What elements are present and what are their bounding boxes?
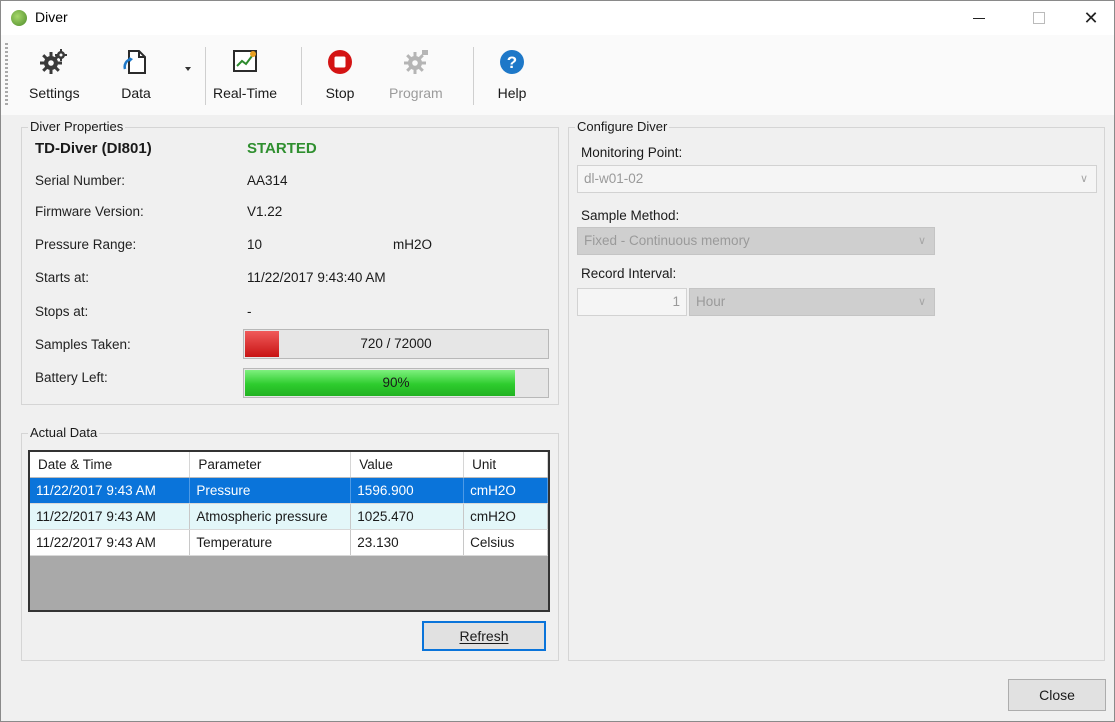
cell-parameter: Pressure [189, 477, 352, 504]
minimize-icon [973, 17, 985, 19]
refresh-label: Refresh [459, 628, 509, 644]
stops-at-label: Stops at: [35, 304, 89, 319]
diver-window: Diver ✕ Settings Data Real-Time Stop Pro… [0, 0, 1115, 722]
toolbar-grip[interactable] [5, 43, 8, 105]
window-title: Diver [35, 9, 68, 25]
stops-at-value: - [247, 304, 252, 319]
device-name: TD-Diver (DI801) [35, 140, 152, 157]
pressure-range-value: 10 [247, 237, 263, 252]
toolbar-separator [473, 47, 474, 105]
monitoring-point-value: dl-w01-02 [584, 171, 644, 186]
settings-button[interactable]: Settings [29, 45, 80, 111]
serial-number-value: AA314 [247, 173, 288, 188]
close-window-button[interactable]: ✕ [1068, 1, 1114, 35]
help-icon: ? [495, 45, 529, 79]
refresh-button[interactable]: Refresh [422, 621, 546, 651]
stop-label: Stop [325, 85, 355, 101]
stop-button[interactable]: Stop [323, 45, 357, 111]
maximize-button[interactable] [1016, 1, 1062, 35]
serial-number-label: Serial Number: [35, 173, 126, 188]
firmware-version-label: Firmware Version: [35, 204, 144, 219]
battery-progress-text: 90% [382, 375, 410, 390]
cell-unit: cmH2O [463, 503, 548, 530]
help-label: Help [497, 85, 527, 101]
gears-icon [37, 45, 71, 79]
help-button[interactable]: ? Help [495, 45, 529, 111]
cell-value: 1025.470 [350, 503, 465, 530]
cell-parameter: Atmospheric pressure [189, 503, 352, 530]
cell-datetime: 11/22/2017 9:43 AM [30, 529, 191, 556]
data-dropdown-arrow-icon[interactable] [185, 67, 191, 71]
chevron-down-icon: ∨ [917, 296, 926, 308]
realtime-chart-icon [228, 45, 262, 79]
firmware-version-value: V1.22 [247, 204, 283, 219]
cell-unit: Celsius [463, 529, 548, 556]
table-row[interactable]: 11/22/2017 9:43 AM Pressure 1596.900 cmH… [30, 477, 548, 504]
battery-progress-bar: 90% [243, 368, 549, 398]
configure-diver-title: Configure Diver [575, 119, 670, 134]
program-label: Program [389, 85, 443, 101]
samples-progress-text: 720 / 72000 [360, 336, 432, 351]
diver-properties-group: Diver Properties [21, 119, 559, 405]
cell-parameter: Temperature [189, 529, 352, 556]
table-row[interactable]: 11/22/2017 9:43 AM Temperature 23.130 Ce… [30, 529, 548, 556]
monitoring-point-select[interactable]: dl-w01-02 ∨ [577, 165, 1097, 193]
samples-taken-label: Samples Taken: [35, 337, 131, 352]
actual-data-title: Actual Data [28, 425, 100, 440]
status-badge: STARTED [247, 140, 317, 157]
toolbar-separator [205, 47, 206, 105]
maximize-icon [1033, 12, 1045, 24]
samples-progress-bar: 720 / 72000 [243, 329, 549, 359]
chevron-down-icon: ∨ [1079, 173, 1088, 185]
settings-label: Settings [29, 85, 80, 101]
sample-method-label: Sample Method: [581, 208, 680, 223]
sample-method-select[interactable]: Fixed - Continuous memory ∨ [577, 227, 935, 255]
column-header-value[interactable]: Value [350, 452, 465, 478]
pressure-range-label: Pressure Range: [35, 237, 137, 252]
app-icon [11, 10, 27, 26]
close-button[interactable]: Close [1008, 679, 1106, 711]
cell-datetime: 11/22/2017 9:43 AM [30, 503, 191, 530]
svg-text:?: ? [507, 53, 517, 72]
data-transfer-icon [119, 45, 153, 79]
toolbar: Settings Data Real-Time Stop Program ? H… [1, 35, 1114, 115]
column-header-parameter[interactable]: Parameter [189, 452, 352, 478]
sample-method-value: Fixed - Continuous memory [584, 233, 750, 248]
monitoring-point-label: Monitoring Point: [581, 145, 683, 160]
title-bar: Diver ✕ [1, 1, 1114, 35]
realtime-label: Real-Time [213, 85, 278, 101]
close-icon: ✕ [1083, 7, 1099, 28]
starts-at-label: Starts at: [35, 270, 90, 285]
toolbar-separator [301, 47, 302, 105]
battery-left-label: Battery Left: [35, 370, 108, 385]
close-label: Close [1039, 687, 1075, 703]
record-interval-value: 1 [672, 294, 680, 309]
cell-unit: cmH2O [463, 477, 548, 504]
record-interval-input[interactable]: 1 [577, 288, 687, 316]
cell-datetime: 11/22/2017 9:43 AM [30, 477, 191, 504]
actual-data-table[interactable]: Date & Time Parameter Value Unit 11/22/2… [28, 450, 550, 612]
program-button[interactable]: Program [389, 45, 443, 111]
record-interval-unit-value: Hour [696, 294, 726, 309]
diver-properties-title: Diver Properties [28, 119, 126, 134]
column-header-unit[interactable]: Unit [463, 452, 548, 478]
record-interval-unit-select[interactable]: Hour ∨ [689, 288, 935, 316]
realtime-button[interactable]: Real-Time [213, 45, 277, 111]
table-row[interactable]: 11/22/2017 9:43 AM Atmospheric pressure … [30, 503, 548, 530]
minimize-button[interactable] [956, 1, 1002, 35]
cell-value: 23.130 [350, 529, 465, 556]
cell-value: 1596.900 [350, 477, 465, 504]
chevron-down-icon: ∨ [917, 235, 926, 247]
pressure-range-unit: mH2O [393, 237, 433, 252]
table-header-row: Date & Time Parameter Value Unit [30, 452, 548, 478]
record-interval-label: Record Interval: [581, 266, 677, 281]
data-button[interactable]: Data [119, 45, 153, 111]
program-gear-icon [399, 45, 433, 79]
column-header-datetime[interactable]: Date & Time [30, 452, 191, 478]
data-label: Data [121, 85, 151, 101]
stop-icon [323, 45, 357, 79]
starts-at-value: 11/22/2017 9:43:40 AM [247, 270, 386, 285]
